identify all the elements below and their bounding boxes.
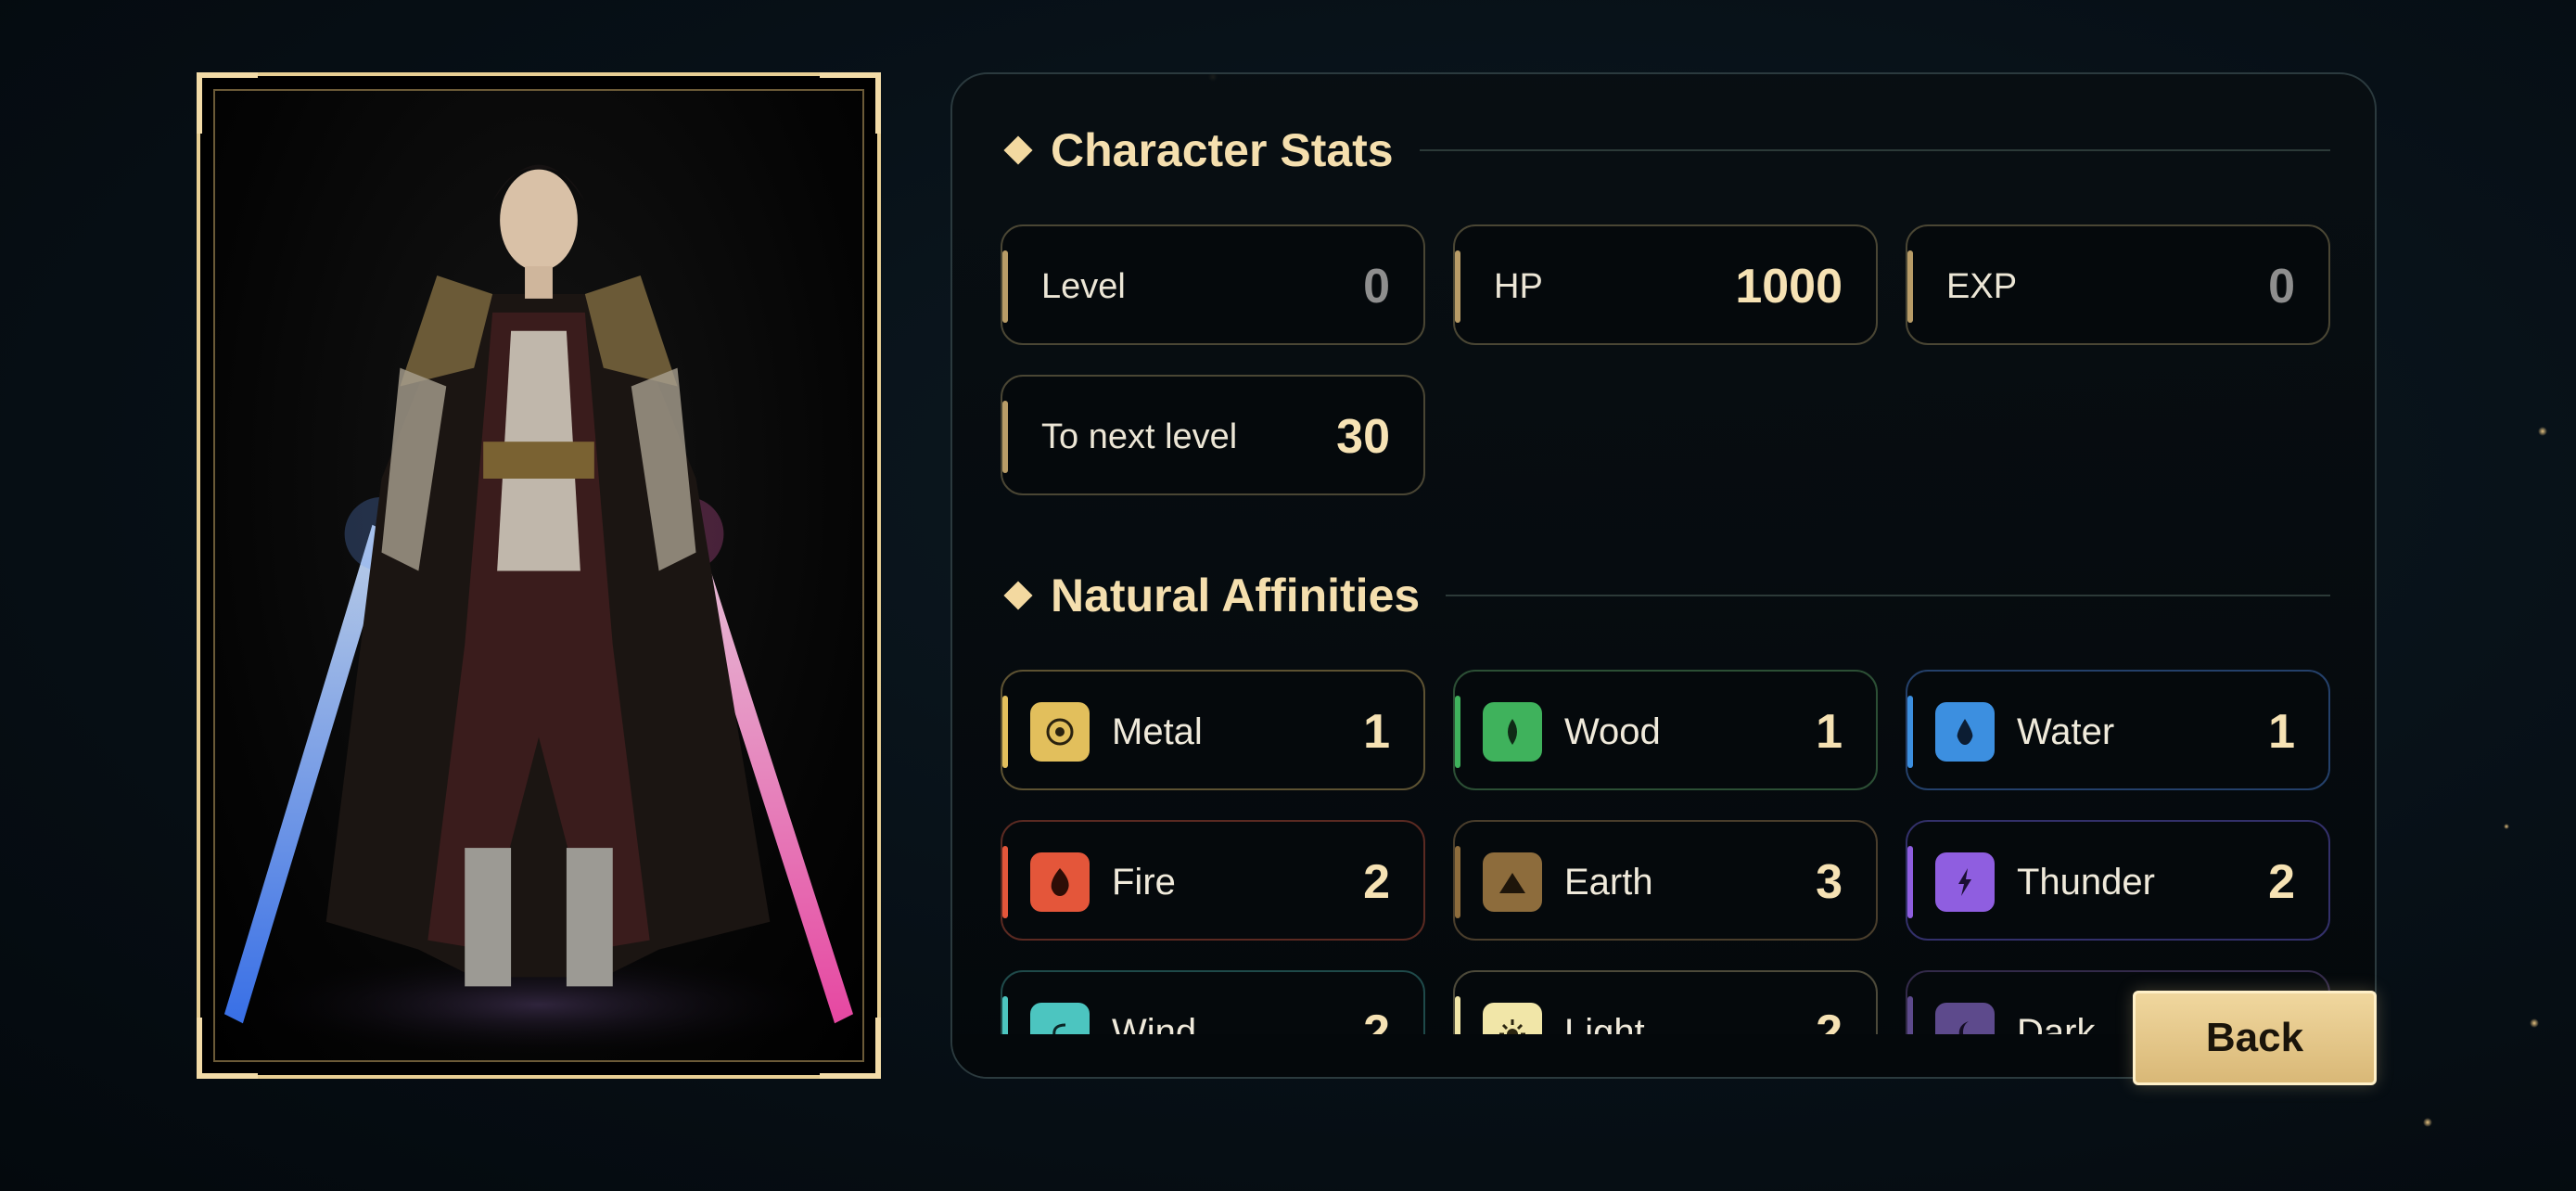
character-stats-header: Character Stats	[1001, 123, 2330, 177]
frame-corner	[820, 1018, 881, 1079]
affinity-value: 1	[1816, 705, 1843, 759]
accent-bar	[1002, 401, 1008, 473]
stat-value: 1000	[1735, 260, 1843, 314]
thunder-icon	[1935, 852, 1995, 912]
stats-panel-scroll[interactable]: Character Stats Level 0 HP 1000 EXP 0 To…	[952, 74, 2375, 1077]
accent-bar	[1455, 696, 1460, 768]
affinity-card-thunder: Thunder 2	[1906, 820, 2330, 941]
affinity-label: Earth	[1564, 862, 1653, 903]
affinity-label: Metal	[1112, 711, 1203, 752]
divider	[1446, 595, 2330, 596]
section-title: Character Stats	[1051, 124, 1394, 176]
affinity-label: Fire	[1112, 862, 1176, 903]
diamond-icon	[1003, 581, 1033, 610]
sparkle	[2530, 1018, 2539, 1028]
stat-card-to-next-level: To next level 30	[1001, 375, 1425, 495]
affinity-value: 2	[2268, 855, 2295, 909]
affinity-value: 1	[2268, 705, 2295, 759]
back-button[interactable]: Back	[2133, 991, 2377, 1085]
stat-card-hp: HP 1000	[1453, 224, 1878, 345]
accent-bar	[1002, 696, 1008, 768]
accent-bar	[1002, 846, 1008, 918]
affinity-card-wood: Wood 1	[1453, 670, 1878, 790]
stat-card-exp: EXP 0	[1906, 224, 2330, 345]
stat-card-level: Level 0	[1001, 224, 1425, 345]
natural-affinities-header: Natural Affinities	[1001, 569, 2330, 622]
affinity-card-water: Water 1	[1906, 670, 2330, 790]
accent-bar	[1907, 250, 1913, 323]
accent-bar	[1907, 846, 1913, 918]
stat-value: 0	[2268, 260, 2295, 314]
affinity-card-earth: Earth 3	[1453, 820, 1878, 941]
frame-corner	[820, 72, 881, 134]
frame-corner	[197, 72, 258, 134]
section-title: Natural Affinities	[1051, 570, 1421, 621]
sparkle	[2538, 427, 2547, 436]
affinity-label: Thunder	[2017, 862, 2155, 903]
diamond-icon	[1003, 135, 1033, 165]
affinity-label: Wood	[1564, 711, 1661, 752]
stat-label: HP	[1494, 267, 1543, 306]
accent-bar	[1455, 846, 1460, 918]
affinity-card-fire: Fire 2	[1001, 820, 1425, 941]
sparkle	[2504, 824, 2509, 829]
affinity-value: 1	[1363, 705, 1390, 759]
fire-icon	[1030, 852, 1090, 912]
affinity-value: 3	[1816, 855, 1843, 909]
character-portrait	[197, 72, 881, 1079]
water-icon	[1935, 702, 1995, 762]
sparkle	[2423, 1118, 2432, 1127]
stat-label: EXP	[1946, 267, 2018, 306]
earth-icon	[1483, 852, 1542, 912]
stat-label: To next level	[1041, 417, 1238, 456]
frame-corner	[197, 1018, 258, 1079]
accent-bar	[1455, 250, 1460, 323]
stat-value: 0	[1363, 260, 1390, 314]
wood-icon	[1483, 702, 1542, 762]
divider	[1419, 149, 2330, 151]
portrait-image	[213, 89, 864, 1062]
stat-label: Level	[1041, 267, 1126, 306]
affinity-card-metal: Metal 1	[1001, 670, 1425, 790]
stats-panel[interactable]: Character Stats Level 0 HP 1000 EXP 0 To…	[950, 72, 2377, 1079]
character-illustration	[223, 164, 854, 1060]
metal-icon	[1030, 702, 1090, 762]
accent-bar	[1002, 250, 1008, 323]
accent-bar	[1907, 696, 1913, 768]
affinity-value: 2	[1363, 855, 1390, 909]
affinity-label: Water	[2017, 711, 2115, 752]
stat-value: 30	[1336, 410, 1390, 464]
